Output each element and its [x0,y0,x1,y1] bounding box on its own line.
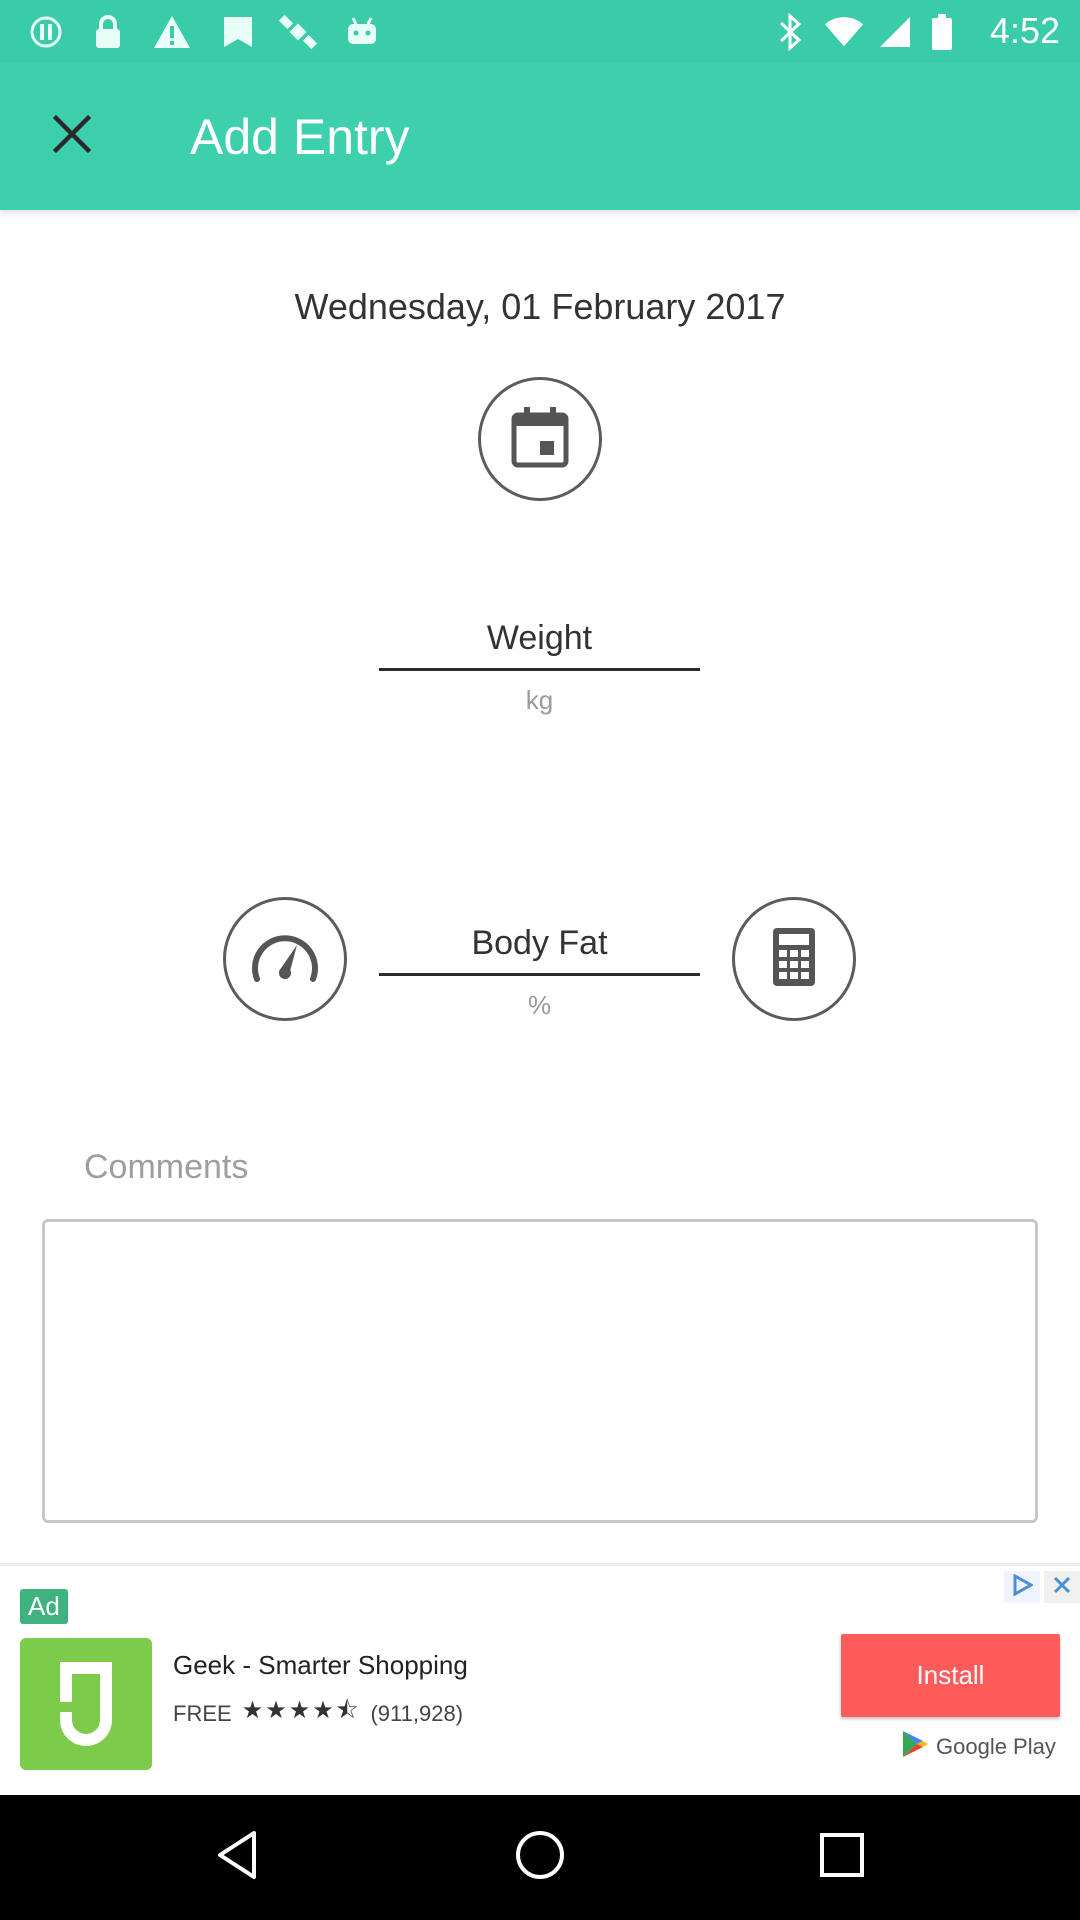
comments-textarea[interactable] [42,1219,1038,1523]
back-button[interactable] [206,1825,270,1889]
ad-choices-button[interactable] [1004,1571,1040,1603]
navigation-bar [0,1795,1080,1920]
recents-icon [819,1832,865,1883]
ad-badge: Ad [20,1589,68,1624]
entry-date: Wednesday, 01 February 2017 [294,286,786,327]
android-icon [342,12,382,52]
close-icon [52,114,92,159]
ad-app-meta: FREE ★★★★⯪ (911,928) [173,1693,463,1734]
install-button[interactable]: Install [841,1634,1060,1717]
google-play-badge: Google Play [900,1729,1056,1765]
page-title: Add Entry [190,109,410,165]
body-fat-unit: % [527,990,552,1020]
battery-icon [922,12,962,52]
date-picker-button[interactable] [478,377,602,501]
satellite-icon [278,12,318,52]
warning-icon [152,12,192,52]
body-fat-calculator-button[interactable] [732,897,856,1021]
body-fat-gauge-button[interactable] [223,897,347,1021]
home-button[interactable] [508,1825,572,1889]
weight-input[interactable]: Weight [379,615,700,671]
ad-app-logo[interactable] [20,1638,152,1770]
body-fat-input[interactable]: Body Fat [379,920,700,976]
ad-close-button[interactable] [1044,1571,1080,1603]
ad-rating-count: (911,928) [370,1700,464,1726]
ad-app-name[interactable]: Geek - Smarter Shopping [173,1650,468,1681]
alert-circle-icon [26,12,66,52]
star-rating: ★★★★⯪ [241,1697,361,1724]
google-play-icon [900,1729,930,1765]
ad-banner[interactable]: Ad Geek - Smarter Shopping FREE ★★★★⯪ (9… [0,1563,1080,1795]
ad-choices-icon [1011,1572,1035,1601]
recents-button[interactable] [810,1825,874,1889]
wifi-icon [824,12,864,52]
speedometer-icon [249,925,321,994]
back-icon [214,1829,262,1886]
close-button[interactable] [36,100,108,172]
fake-gps-icon [218,12,258,52]
comments-label: Comments [84,1148,249,1186]
calendar-icon [510,405,570,474]
weight-unit: kg [525,685,554,715]
lock-icon [88,12,128,52]
google-play-label: Google Play [936,1734,1056,1759]
ad-price: FREE [173,1700,232,1726]
bluetooth-icon [771,12,811,52]
status-bar: 4:52 [0,0,1080,62]
calculator-icon [771,926,817,993]
clock-time: 4:52 [989,10,1060,51]
signal-icon [875,12,915,52]
home-icon [514,1829,566,1886]
close-icon [1052,1575,1072,1600]
app-bar: Add Entry [0,62,1080,210]
